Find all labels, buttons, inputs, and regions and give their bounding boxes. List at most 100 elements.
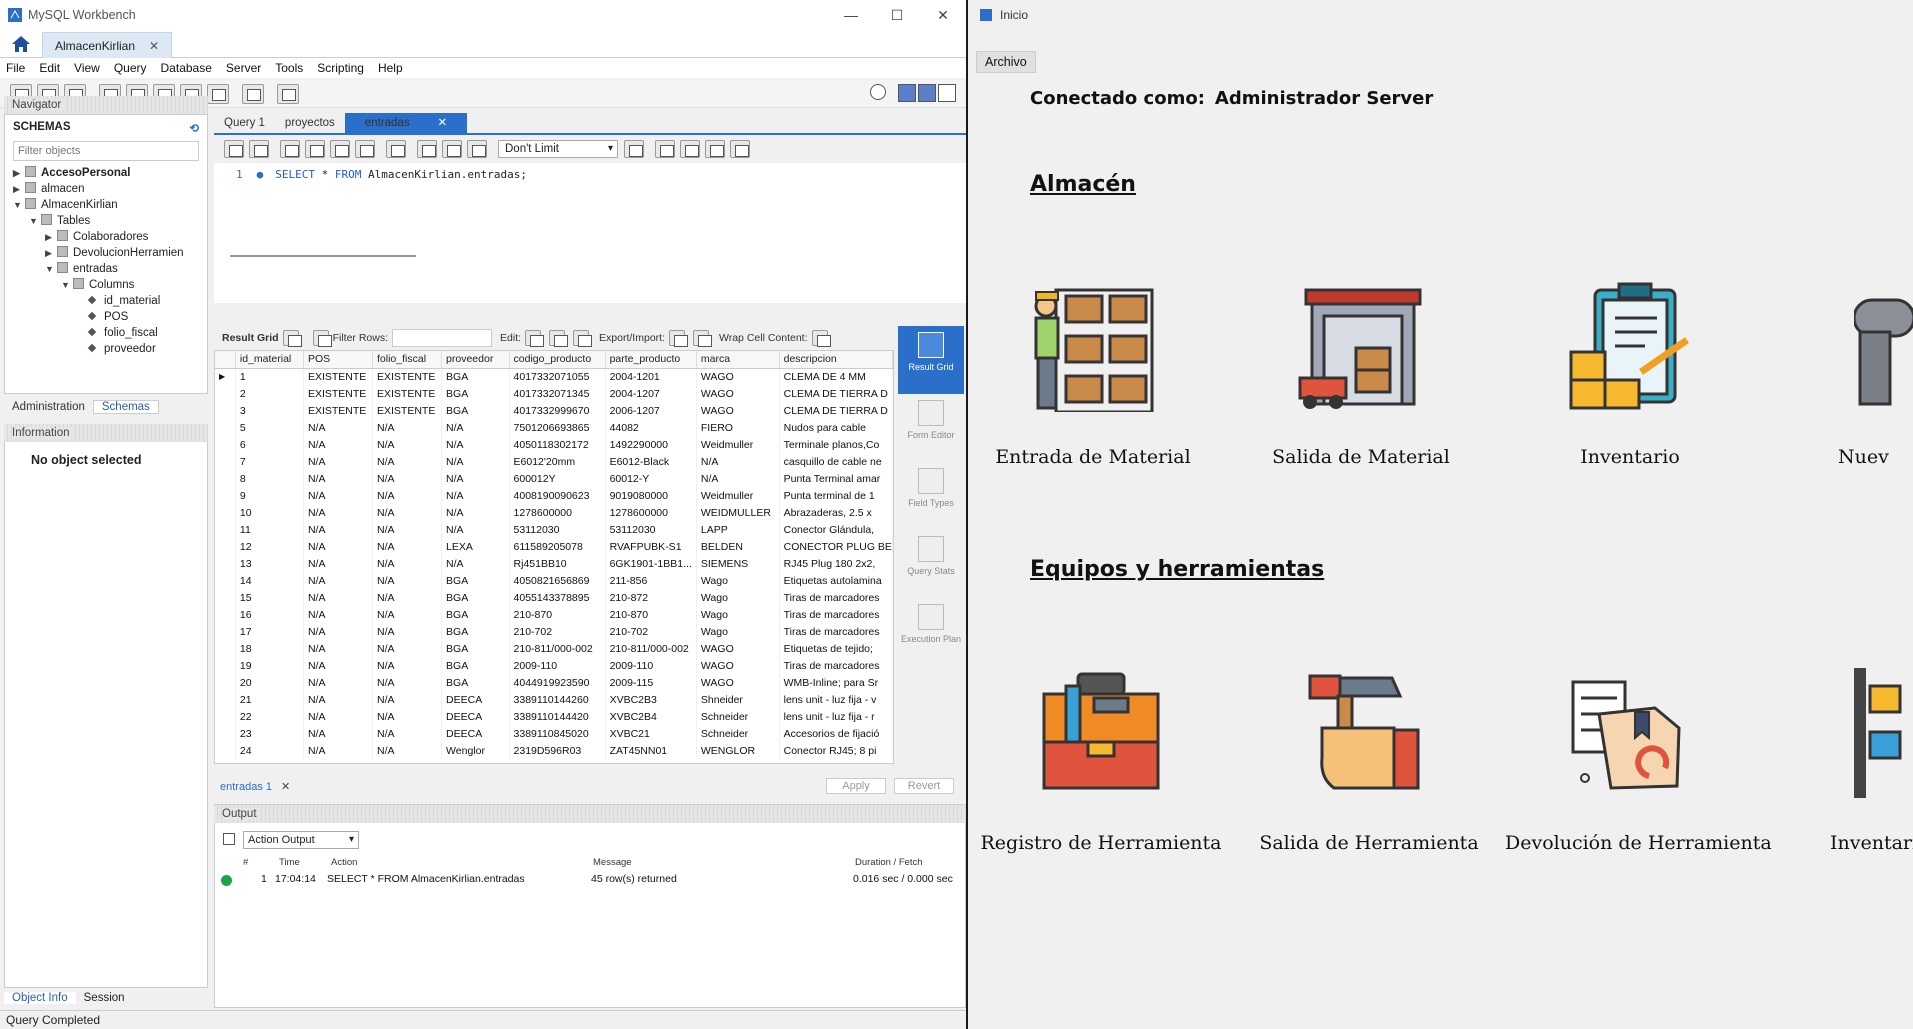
menu-database[interactable]: Database xyxy=(161,61,212,75)
delete-row-icon[interactable] xyxy=(573,330,593,347)
tree-item-tables[interactable]: ▼ Tables xyxy=(5,213,207,229)
tab-schemas[interactable]: Schemas xyxy=(92,400,159,414)
table-cell[interactable]: N/A xyxy=(303,521,374,538)
table-cell[interactable]: EXISTENTE xyxy=(303,402,374,419)
rollback-icon[interactable] xyxy=(442,140,462,158)
table-cell[interactable]: 210-870 xyxy=(509,606,606,623)
table-cell[interactable]: N/A xyxy=(303,504,374,521)
table-cell[interactable]: 22 xyxy=(235,708,304,725)
table-cell[interactable]: 7501206693865 xyxy=(509,419,606,436)
search-table-data-icon[interactable] xyxy=(242,83,264,104)
table-cell[interactable]: N/A xyxy=(372,555,443,572)
table-cell[interactable]: CLEMA DE TIERRA D xyxy=(779,385,893,402)
registro-herramienta-card[interactable]: Registro de Herramienta xyxy=(976,668,1226,854)
table-cell[interactable]: Accesorios de fijació xyxy=(779,725,893,742)
table-cell[interactable]: N/A xyxy=(303,589,374,606)
side-tab-query-stats[interactable]: Query Stats xyxy=(898,530,964,598)
filter-rows-input[interactable] xyxy=(392,329,493,347)
table-cell[interactable]: 3389110845020 xyxy=(509,725,606,742)
table-cell[interactable]: Conector Glándula, xyxy=(779,521,893,538)
table-cell[interactable]: 10 xyxy=(235,504,304,521)
menu-file[interactable]: File xyxy=(6,61,25,75)
table-cell[interactable]: 3389110144420 xyxy=(509,708,606,725)
table-cell[interactable]: SIEMENS xyxy=(696,555,780,572)
table-cell[interactable]: RJ45 Plug 180 2x2, xyxy=(779,555,893,572)
table-cell[interactable]: N/A xyxy=(303,708,374,725)
table-row[interactable]: 5 N/A N/A N/A 7501206693865 44082 FIERO Nudos p… xyxy=(215,419,893,436)
menu-tools[interactable]: Tools xyxy=(275,61,303,75)
settings-icon[interactable] xyxy=(870,84,886,100)
table-row[interactable]: 16 N/A N/A BGA 210-870 210-870 Wago Tiras de ma… xyxy=(215,606,893,623)
table-cell[interactable]: 24 xyxy=(235,742,304,759)
table-row[interactable]: 2 EXISTENTE EXISTENTE BGA 4017332071345 2004-… xyxy=(215,385,893,402)
table-cell[interactable]: Wago xyxy=(696,606,780,623)
import-icon[interactable] xyxy=(693,330,712,347)
table-cell[interactable]: CLEMA DE 4 MM xyxy=(779,368,893,385)
table-cell[interactable]: CLEMA DE TIERRA D xyxy=(779,402,893,419)
reconnect-icon[interactable] xyxy=(277,83,299,104)
table-cell[interactable]: 1278600000 xyxy=(605,504,697,521)
table-cell[interactable]: Wago xyxy=(696,623,780,640)
table-cell[interactable]: N/A xyxy=(441,504,510,521)
table-cell[interactable]: 19 xyxy=(235,657,304,674)
column-header-POS[interactable]: POS xyxy=(303,351,374,369)
table-row[interactable]: 3 EXISTENTE EXISTENTE BGA 4017332999670 2006-… xyxy=(215,402,893,419)
table-cell[interactable]: 6 xyxy=(235,436,304,453)
table-cell[interactable]: Etiquetas de tejido; xyxy=(779,640,893,657)
table-cell[interactable]: 4044919923590 xyxy=(509,674,606,691)
table-cell[interactable]: N/A xyxy=(372,725,443,742)
table-cell[interactable]: Terminale planos,Co xyxy=(779,436,893,453)
table-cell[interactable]: 210-702 xyxy=(605,623,697,640)
table-cell[interactable]: N/A xyxy=(372,572,443,589)
tree-item-colaboradores[interactable]: ▶ Colaboradores xyxy=(5,229,207,245)
minimize-button[interactable]: — xyxy=(828,0,874,30)
table-cell[interactable]: Wago xyxy=(696,589,780,606)
table-cell[interactable]: N/A xyxy=(441,487,510,504)
table-cell[interactable]: WEIDMULLER xyxy=(696,504,780,521)
table-cell[interactable]: Wago xyxy=(696,572,780,589)
table-cell[interactable]: 211-856 xyxy=(605,572,697,589)
tab-entradas[interactable]: entradas ✕ xyxy=(344,113,468,133)
nuevo-card[interactable]: Nuev xyxy=(1774,282,1913,468)
table-cell[interactable]: 53112030 xyxy=(605,521,697,538)
toggle-output-icon[interactable] xyxy=(918,84,936,102)
tree-item-almacen[interactable]: ▶ almacen xyxy=(5,181,207,197)
create-function-icon[interactable] xyxy=(207,83,229,104)
table-cell[interactable]: 2319D596R03 xyxy=(509,742,606,759)
table-cell[interactable]: WENGLOR xyxy=(696,742,780,759)
table-cell[interactable]: Weidmuller xyxy=(696,487,780,504)
table-row[interactable]: 6 N/A N/A N/A 4050118302172 1492290000 Weidmul… xyxy=(215,436,893,453)
table-row[interactable]: 8 N/A N/A N/A 600012Y 60012-Y N/A Punta Termina… xyxy=(215,470,893,487)
menu-scripting[interactable]: Scripting xyxy=(317,61,364,75)
tree-item-pos[interactable]: POS xyxy=(5,309,207,325)
table-cell[interactable]: BGA xyxy=(441,589,510,606)
table-cell[interactable]: Tiras de marcadores xyxy=(779,623,893,640)
table-cell[interactable]: N/A xyxy=(303,555,374,572)
table-cell[interactable]: N/A xyxy=(441,453,510,470)
table-cell[interactable]: EXISTENTE xyxy=(372,385,443,402)
table-cell[interactable]: N/A xyxy=(372,742,443,759)
side-tab-execution-plan[interactable]: Execution Plan xyxy=(898,598,964,666)
table-cell[interactable]: EXISTENTE xyxy=(303,385,374,402)
table-cell[interactable]: DEECA xyxy=(441,691,510,708)
table-cell[interactable]: N/A xyxy=(372,470,443,487)
table-cell[interactable]: Weidmuller xyxy=(696,436,780,453)
table-cell[interactable]: BELDEN xyxy=(696,538,780,555)
table-cell[interactable]: BGA xyxy=(441,402,510,419)
expand-arrow-icon[interactable]: ▶ xyxy=(13,165,25,181)
table-cell[interactable]: 2004-1207 xyxy=(605,385,697,402)
table-cell[interactable]: WAGO xyxy=(696,657,780,674)
table-cell[interactable]: Tiras de marcadores xyxy=(779,589,893,606)
table-cell[interactable]: 53112030 xyxy=(509,521,606,538)
table-cell[interactable]: 210-702 xyxy=(509,623,606,640)
beautify-icon[interactable] xyxy=(655,140,675,158)
expand-arrow-icon[interactable]: ▶ xyxy=(45,229,57,245)
table-cell[interactable]: 12 xyxy=(235,538,304,555)
sql-editor[interactable]: 1 ● SELECT * FROM AlmacenKirlian.entradas; xyxy=(214,163,966,303)
autocommit-icon[interactable] xyxy=(467,140,487,158)
revert-button[interactable]: Revert xyxy=(894,778,954,794)
table-cell[interactable]: Shneider xyxy=(696,691,780,708)
tree-item-entradas[interactable]: ▼ entradas xyxy=(5,261,207,277)
table-cell[interactable]: lens unit - luz fija - r xyxy=(779,708,893,725)
table-cell[interactable]: N/A xyxy=(441,470,510,487)
